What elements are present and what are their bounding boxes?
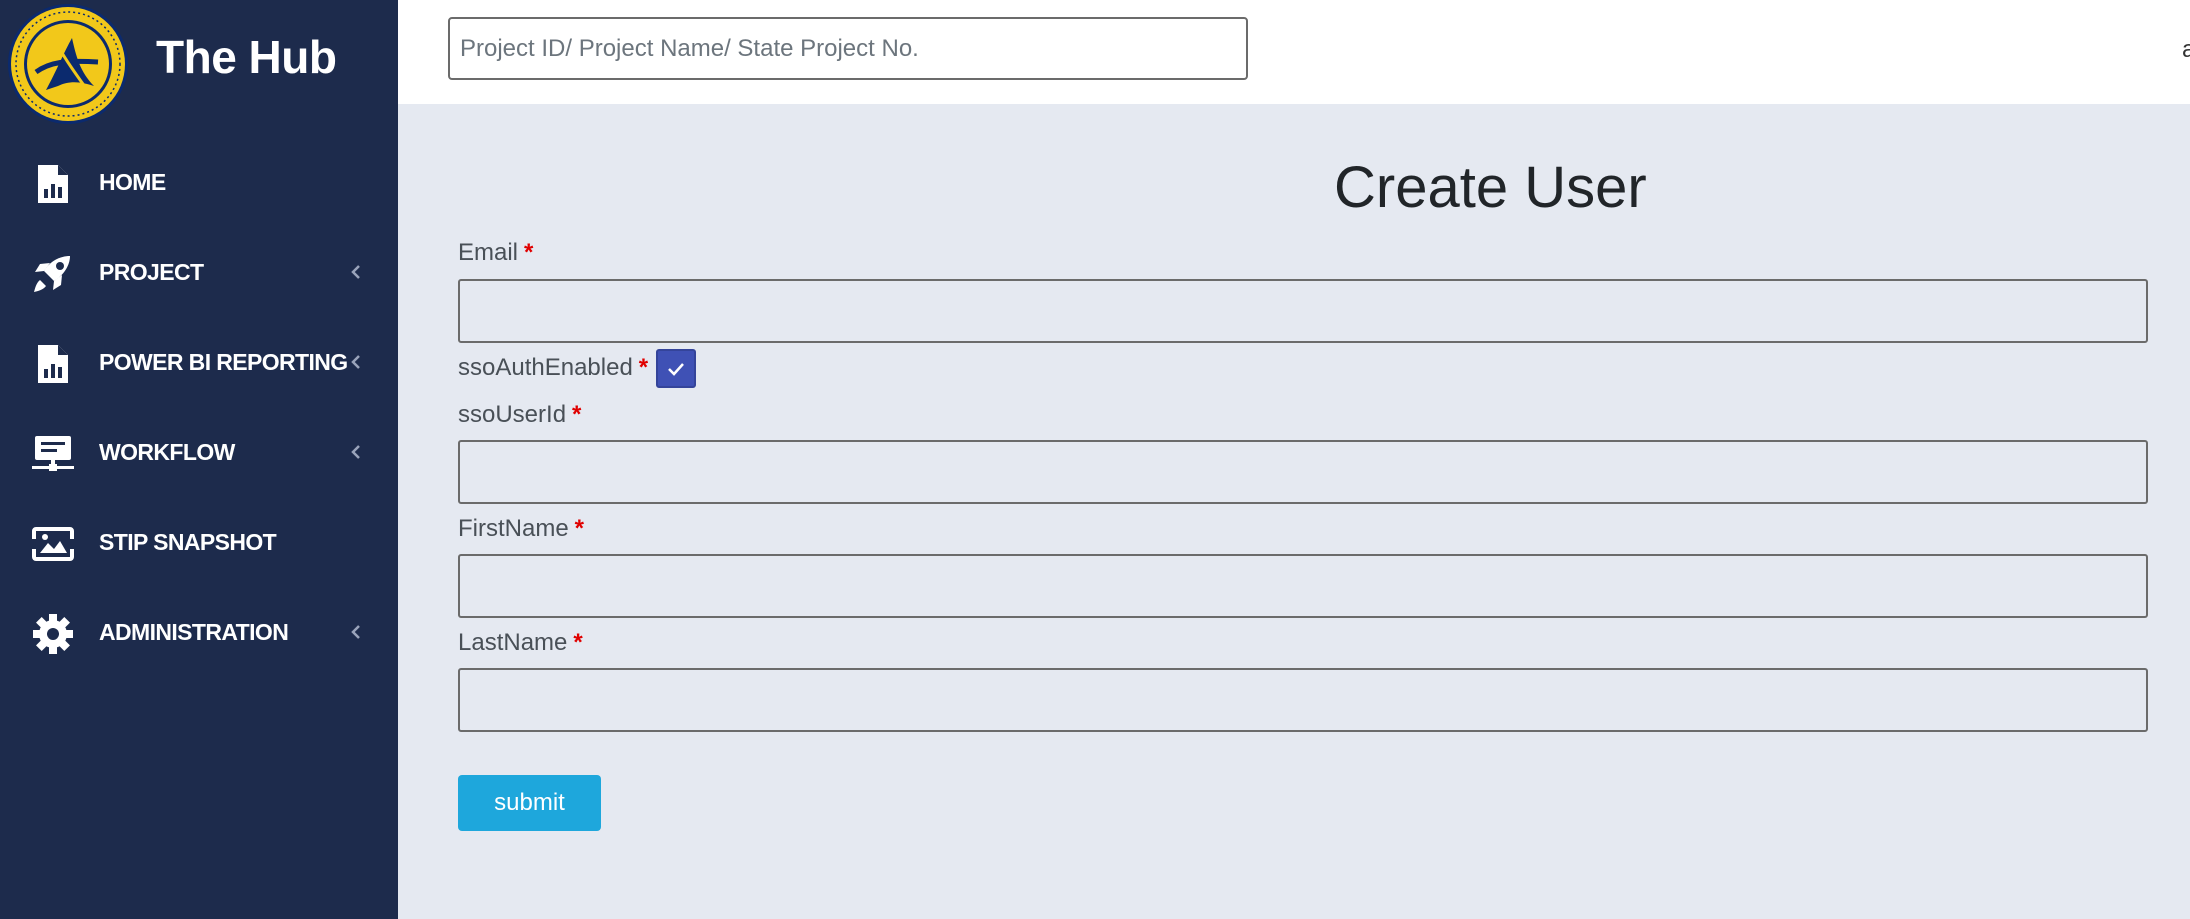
- last-name-field[interactable]: [458, 668, 2148, 732]
- search-input[interactable]: [448, 17, 1248, 80]
- sidebar-item-home[interactable]: HOME: [0, 138, 398, 228]
- chevron-left-icon: [351, 355, 360, 369]
- sso-auth-enabled-checkbox[interactable]: [656, 349, 696, 388]
- image-frame-icon: [31, 527, 75, 561]
- top-bar: a: [398, 0, 2190, 104]
- sso-user-id-label: ssoUserId *: [458, 401, 581, 429]
- submit-button[interactable]: submit: [458, 775, 601, 831]
- wvdot-logo: [8, 4, 128, 124]
- sidebar-item-label: WORKFLOW: [99, 439, 235, 465]
- sidebar-item-power-bi-reporting[interactable]: POWER BI REPORTING: [0, 318, 398, 408]
- sso-user-id-field[interactable]: [458, 440, 2148, 504]
- first-name-label: FirstName *: [458, 515, 584, 543]
- rocket-icon: [34, 256, 70, 292]
- sso-user-id-label-text: ssoUserId: [458, 401, 567, 428]
- sidebar-item-label: POWER BI REPORTING: [99, 349, 348, 375]
- sidebar-item-label: HOME: [99, 169, 166, 195]
- sidebar-item-administration[interactable]: ADMINISTRATION: [0, 588, 398, 678]
- required-marker: *: [573, 629, 583, 656]
- app-title: The Hub: [156, 31, 337, 83]
- sidebar-item-workflow[interactable]: WORKFLOW: [0, 408, 398, 498]
- email-label: Email *: [458, 239, 533, 267]
- required-marker: *: [524, 239, 534, 266]
- required-marker: *: [574, 515, 585, 542]
- chevron-left-icon: [351, 265, 360, 279]
- sso-auth-enabled-label: ssoAuthEnabled *: [458, 354, 648, 382]
- last-name-label-text: LastName: [458, 629, 568, 656]
- first-name-label-text: FirstName: [458, 515, 569, 542]
- sidebar-item-label: PROJECT: [99, 259, 204, 285]
- gear-icon: [33, 614, 73, 654]
- first-name-field[interactable]: [458, 554, 2148, 618]
- chevron-left-icon: [351, 625, 360, 639]
- report-file-icon: [38, 345, 68, 383]
- page-title: Create User: [1334, 155, 1647, 220]
- required-marker: *: [638, 354, 649, 381]
- sidebar: The Hub HOME PROJECT POWER BI REPORTING …: [0, 0, 398, 919]
- email-field[interactable]: [458, 279, 2148, 343]
- report-file-icon: [38, 165, 68, 203]
- email-label-text: Email: [458, 239, 519, 266]
- sidebar-item-stip-snapshot[interactable]: STIP SNAPSHOT: [0, 498, 398, 588]
- topbar-user-text: a: [2182, 36, 2190, 63]
- required-marker: *: [572, 401, 582, 428]
- sidebar-item-project[interactable]: PROJECT: [0, 228, 398, 318]
- chevron-left-icon: [351, 445, 360, 459]
- sidebar-item-label: ADMINISTRATION: [99, 619, 289, 645]
- sidebar-item-label: STIP SNAPSHOT: [99, 529, 277, 555]
- network-monitor-icon: [32, 436, 74, 471]
- last-name-label: LastName *: [458, 629, 583, 657]
- sso-auth-enabled-label-text: ssoAuthEnabled: [458, 354, 633, 381]
- checkmark-icon: [668, 363, 684, 376]
- brand: The Hub: [0, 0, 398, 124]
